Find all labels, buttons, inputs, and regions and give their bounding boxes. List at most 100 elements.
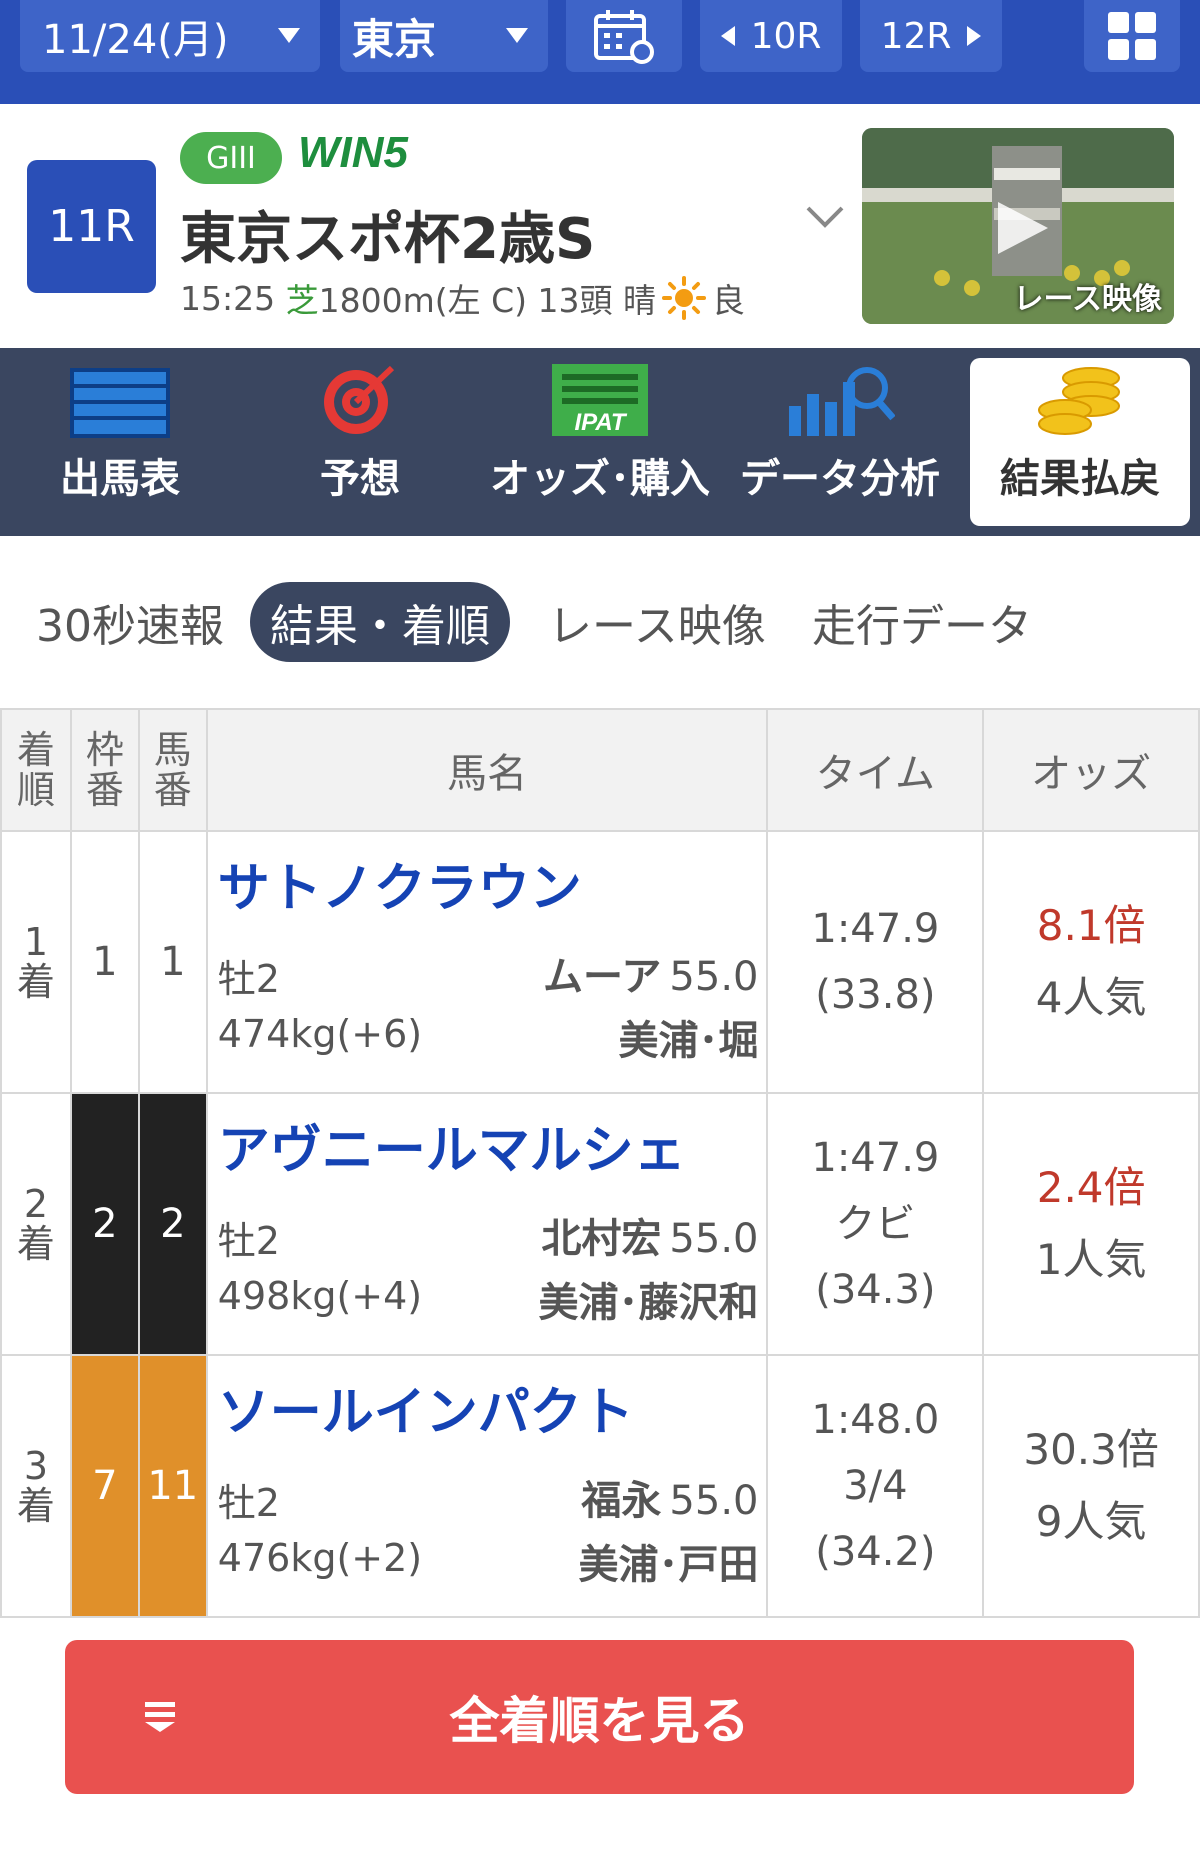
popularity: 9人気 bbox=[1035, 1497, 1147, 1546]
main-tab-bar: 出馬表 予想 IPAT オッズ･購入 データ分析 結果払戻 bbox=[0, 348, 1200, 536]
win5-logo: WIN5 bbox=[298, 128, 408, 177]
svg-text:IPAT: IPAT bbox=[574, 409, 627, 436]
frame-cell: 2 bbox=[69, 1092, 140, 1356]
jockey-weight: 55.0 bbox=[669, 1216, 759, 1262]
sun-icon bbox=[662, 276, 707, 320]
odds-cell: 8.1倍 4人気 bbox=[982, 830, 1200, 1094]
finish-time: 1:48.0 bbox=[811, 1397, 940, 1443]
table-row[interactable]: 1 着 1 1 サトノクラウン 牡2 ムーア 55.0 474kg(+6) 美浦･堀 1:47.9(… bbox=[0, 830, 1200, 1094]
margin: 3/4 bbox=[843, 1463, 908, 1509]
position-suffix: 着 bbox=[16, 1222, 55, 1266]
tab-prediction[interactable]: 予想 bbox=[250, 358, 470, 526]
popularity: 4人気 bbox=[1035, 973, 1147, 1022]
race-going: 良 bbox=[712, 281, 746, 320]
race-runners: 13頭 bbox=[537, 281, 613, 320]
horse-weight: 476kg(+2) bbox=[217, 1536, 423, 1580]
ipat-icon: IPAT bbox=[552, 364, 648, 436]
subtab-results[interactable]: 結果・着順 bbox=[250, 582, 510, 662]
horse-weight: 474kg(+6) bbox=[217, 1012, 423, 1056]
list-icon bbox=[145, 1702, 175, 1732]
chevron-down-icon bbox=[506, 28, 528, 43]
tab-data-analysis[interactable]: データ分析 bbox=[730, 358, 950, 526]
grid-menu-button[interactable] bbox=[1084, 0, 1180, 72]
position-cell: 3着 bbox=[0, 1354, 72, 1618]
calendar-button[interactable] bbox=[566, 0, 682, 72]
table-header-row: 着順 枠番 馬番 馬名 タイム オッズ bbox=[0, 708, 1200, 832]
tab-entries[interactable]: 出馬表 bbox=[10, 358, 230, 526]
sex-age: 牡2 bbox=[217, 1219, 280, 1263]
chevron-down-icon[interactable] bbox=[805, 204, 845, 230]
odds-cell: 2.4倍 1人気 bbox=[982, 1092, 1200, 1356]
chevron-down-icon bbox=[278, 28, 300, 43]
header-odds: オッズ bbox=[982, 708, 1200, 832]
subtab-running-data[interactable]: 走行データ bbox=[812, 582, 1032, 662]
race-info: 15:25 芝 1800m(左 C) 13頭 晴 良 bbox=[180, 274, 745, 322]
trainer: 美浦･藤沢和 bbox=[538, 1280, 759, 1326]
frame-cell: 1 bbox=[69, 830, 140, 1094]
jockey-weight: 55.0 bbox=[669, 954, 759, 1000]
horse-number-cell: 1 bbox=[137, 830, 208, 1094]
position-number: 3 bbox=[23, 1444, 49, 1488]
tab-odds-purchase[interactable]: IPAT オッズ･購入 bbox=[490, 358, 710, 526]
tab-label: 出馬表 bbox=[60, 456, 180, 502]
horse-cell: ソールインパクト 牡2 福永 55.0 476kg(+2) 美浦･戸田 bbox=[205, 1354, 769, 1618]
header-position: 着順 bbox=[0, 708, 72, 832]
venue-select[interactable]: 東京 bbox=[340, 0, 548, 72]
race-distance: 1800m(左 C) bbox=[318, 281, 528, 320]
next-race-label: 12R bbox=[880, 15, 952, 57]
position-cell: 1着 bbox=[0, 830, 72, 1094]
race-video-thumbnail[interactable]: レース映像 bbox=[862, 128, 1174, 324]
sex-age: 牡2 bbox=[217, 957, 280, 1001]
venue-label: 東京 bbox=[352, 14, 437, 64]
next-race-button[interactable]: 12R bbox=[860, 0, 1002, 72]
odds-value: 30.3倍 bbox=[1023, 1425, 1159, 1474]
race-header: 11R GIII WIN5 東京スポ杯2歳S 15:25 芝 1800m(左 C)… bbox=[0, 104, 1200, 348]
sub-tab-bar: 30秒速報 結果・着順 レース映像 走行データ bbox=[0, 536, 1200, 708]
results-table: 着順 枠番 馬番 馬名 タイム オッズ 1 着 1 1 サトノクラウン 牡2 ムーア 55.0… bbox=[0, 708, 1200, 1618]
video-caption: レース映像 bbox=[1013, 282, 1163, 317]
top-nav-bar: 11/24(月) 東京 10R 12R bbox=[0, 0, 1200, 104]
trainer: 美浦･戸田 bbox=[578, 1542, 759, 1588]
position-number: 1 bbox=[23, 920, 49, 964]
last-3f: (33.8) bbox=[815, 972, 936, 1018]
horse-name-link[interactable]: ソールインパクト bbox=[218, 1370, 634, 1445]
header-number: 馬番 bbox=[137, 708, 208, 832]
trainer: 美浦･堀 bbox=[618, 1018, 759, 1064]
tab-label: 結果払戻 bbox=[1000, 456, 1160, 502]
horse-name-link[interactable]: サトノクラウン bbox=[218, 846, 582, 921]
race-time: 15:25 bbox=[180, 278, 276, 318]
header-time: タイム bbox=[766, 708, 985, 832]
view-all-results-button[interactable]: 全着順を見る bbox=[65, 1640, 1134, 1794]
position-suffix: 着 bbox=[16, 960, 55, 1004]
date-select[interactable]: 11/24(月) bbox=[20, 0, 320, 72]
play-icon bbox=[998, 202, 1048, 254]
arrow-left-icon bbox=[720, 26, 735, 46]
header-horse: 馬名 bbox=[205, 708, 769, 832]
tab-results-payout[interactable]: 結果払戻 bbox=[970, 358, 1190, 526]
table-icon bbox=[70, 368, 170, 438]
odds-value: 2.4倍 bbox=[1036, 1163, 1146, 1212]
calendar-icon bbox=[594, 10, 654, 64]
view-all-results-label: 全着順を見る bbox=[449, 1692, 750, 1750]
jockey: ムーア 55.0 bbox=[543, 944, 758, 1002]
subtab-30sec-report[interactable]: 30秒速報 bbox=[36, 582, 224, 662]
horse-name-link[interactable]: アヴニールマルシェ bbox=[218, 1108, 686, 1183]
prev-race-button[interactable]: 10R bbox=[700, 0, 842, 72]
tab-label: オッズ･購入 bbox=[490, 456, 710, 502]
horse-number-cell: 2 bbox=[137, 1092, 208, 1356]
jockey-name: ムーア bbox=[543, 954, 662, 1000]
prev-race-label: 10R bbox=[750, 15, 822, 57]
odds-cell: 30.3倍 9人気 bbox=[982, 1354, 1200, 1618]
table-row[interactable]: 3 着 7 11 ソールインパクト 牡2 福永 55.0 476kg(+2) 美浦･戸田 1:48.… bbox=[0, 1354, 1200, 1618]
chart-search-icon bbox=[789, 367, 895, 436]
finish-time: 1:47.9 bbox=[811, 906, 940, 952]
header-frame: 枠番 bbox=[69, 708, 140, 832]
jockey-name: 北村宏 bbox=[541, 1216, 662, 1262]
race-surface: 芝 bbox=[285, 281, 319, 320]
table-row[interactable]: 2 着 2 2 アヴニールマルシェ 牡2 北村宏 55.0 498kg(+4) 美浦･藤沢和 1:4… bbox=[0, 1092, 1200, 1356]
tab-label: 予想 bbox=[320, 456, 400, 502]
jockey: 北村宏 55.0 bbox=[541, 1206, 758, 1264]
target-icon bbox=[324, 365, 395, 434]
jockey: 福永 55.0 bbox=[581, 1468, 758, 1526]
subtab-race-video[interactable]: レース映像 bbox=[548, 582, 766, 662]
